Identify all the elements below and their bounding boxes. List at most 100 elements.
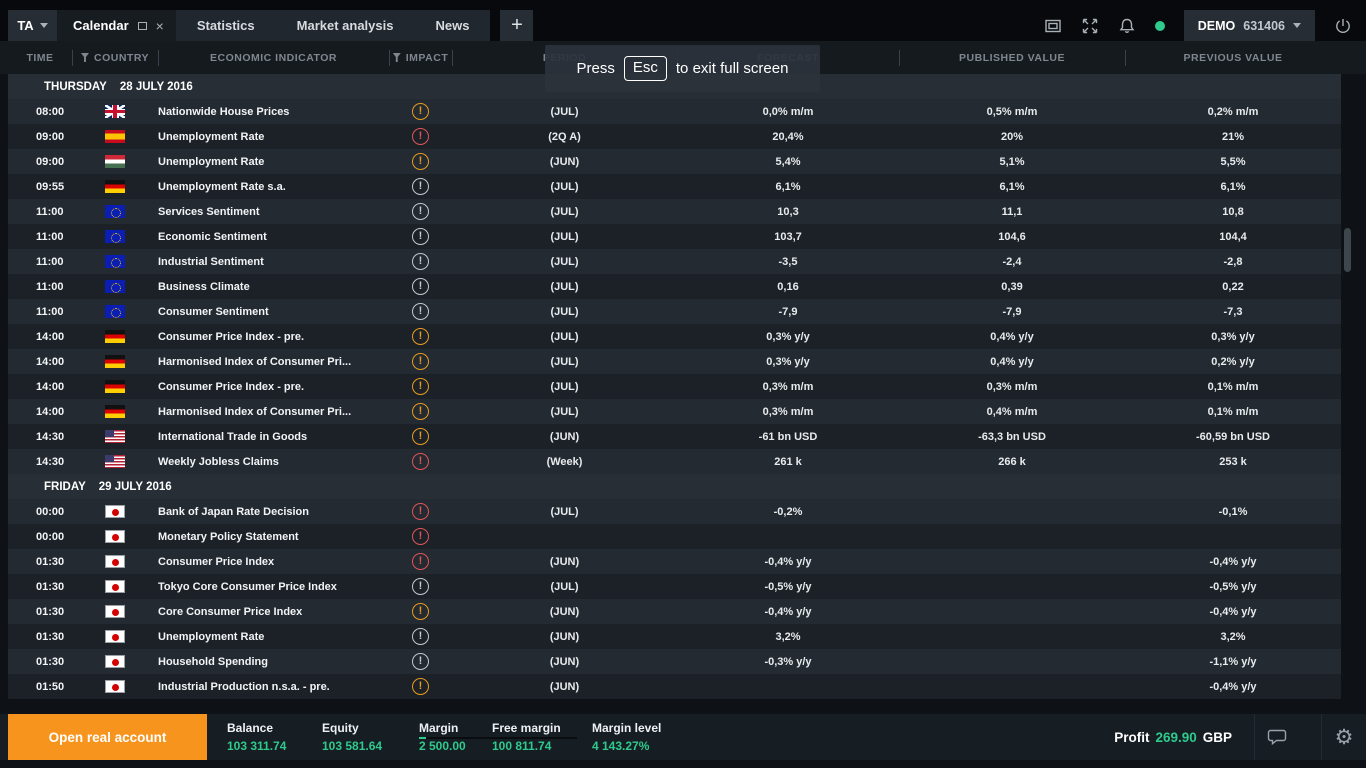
calendar-event-row[interactable]: 14:30 International Trade in Goods! (JUN) -… (8, 424, 1341, 449)
indicator-name: Consumer Price Index (158, 555, 275, 568)
impact-cell: ! (389, 578, 452, 595)
published-value: -63,3 bn USD (978, 430, 1046, 443)
event-time: 11:00 (36, 280, 64, 293)
column-separator (389, 50, 390, 66)
tab-news[interactable]: News (414, 10, 490, 41)
calendar-event-row[interactable]: 14:00 Consumer Price Index - pre.! (JUL) 0,… (8, 374, 1341, 399)
vertical-scrollbar-thumb[interactable] (1344, 228, 1351, 272)
column-header-label: ECONOMIC INDICATOR (209, 51, 338, 64)
previous-value: 0,1% m/m (1207, 380, 1259, 393)
add-tab-button[interactable]: + (500, 10, 534, 41)
previous-value: 21% (1221, 130, 1245, 143)
stat-margin: Margin 2 500.00 (419, 721, 577, 753)
column-header-previous-value[interactable]: PREVIOUS VALUE (1125, 41, 1341, 74)
calendar-event-row[interactable]: 01:30 Unemployment Rate! (JUN) 3,2% 3,2% (8, 624, 1341, 649)
forecast-value: 0,3% y/y (766, 355, 810, 368)
event-time: 01:30 (36, 555, 65, 568)
calendar-event-row[interactable]: 01:30 Tokyo Core Consumer Price Index! (JU… (8, 574, 1341, 599)
calendar-event-row[interactable]: 00:00 Bank of Japan Rate Decision! (JUL) -0… (8, 499, 1341, 524)
logout-power-icon[interactable] (1334, 17, 1352, 35)
account-selector[interactable]: DEMO 631406 (1183, 10, 1315, 41)
impact-cell: ! (389, 253, 452, 270)
impact-low-icon: ! (412, 303, 429, 320)
fullscreen-icon[interactable] (1081, 17, 1099, 35)
published-value: 6,1% (999, 180, 1025, 193)
column-header-impact[interactable]: IMPACT (389, 41, 452, 74)
section-date: 28 JULY 2016 (119, 80, 193, 93)
filter-funnel-icon[interactable] (80, 53, 89, 62)
stat-margin-level: Margin level 4 143.27% (592, 721, 687, 753)
indicator-name: Industrial Production n.s.a. - pre. (158, 680, 330, 693)
event-period: (2Q A) (548, 130, 581, 143)
forecast-value: -0,4% y/y (764, 555, 812, 568)
calendar-event-row[interactable]: 11:00 Industrial Sentiment! (JUL) -3,5 -2,4 -… (8, 249, 1341, 274)
impact-cell: ! (389, 528, 452, 545)
calendar-event-row[interactable]: 11:00 Services Sentiment! (JUL) 10,3 11,1 10,… (8, 199, 1341, 224)
event-time: 14:00 (36, 355, 65, 368)
calendar-event-row[interactable]: 01:30 Core Consumer Price Index! (JUN) -0,4… (8, 599, 1341, 624)
calendar-event-row[interactable]: 09:00 Unemployment Rate! (2Q A) 20,4% 20% 21% (8, 124, 1341, 149)
event-period: (JUL) (550, 280, 579, 293)
calendar-event-row[interactable]: 11:00 Consumer Sentiment! (JUL) -7,9 -7,9 -7,… (8, 299, 1341, 324)
calendar-event-row[interactable]: 14:30 Weekly Jobless Claims! (Week) 261 k 26… (8, 449, 1341, 474)
event-period: (JUN) (549, 605, 580, 618)
indicator-name: Consumer Sentiment (158, 305, 269, 318)
open-real-account-button[interactable]: Open real account (8, 714, 207, 760)
event-period: (JUN) (549, 630, 580, 643)
impact-medium-icon: ! (412, 678, 429, 695)
forecast-value: -0,5% y/y (764, 580, 812, 593)
calendar-event-row[interactable]: 11:00 Business Climate! (JUL) 0,16 0,39 0,22 (8, 274, 1341, 299)
column-header-label: PUBLISHED VALUE (959, 51, 1065, 64)
notifications-bell-icon[interactable] (1118, 17, 1136, 35)
event-period: (Week) (546, 455, 583, 468)
calendar-event-row[interactable]: 14:00 Harmonised Index of Consumer Pri...… (8, 349, 1341, 374)
chevron-down-icon (1293, 23, 1301, 28)
column-header-economic-indicator[interactable]: ECONOMIC INDICATOR (158, 41, 389, 74)
impact-cell: ! (389, 653, 452, 670)
workspace-menu-button[interactable]: TA (8, 10, 57, 41)
calendar-event-row[interactable]: 14:00 Consumer Price Index - pre.! (JUL) 0,… (8, 324, 1341, 349)
calendar-event-row[interactable]: 01:30 Household Spending! (JUN) -0,3% y/y -1… (8, 649, 1341, 674)
popout-window-icon[interactable] (137, 21, 147, 30)
calendar-event-row[interactable]: 14:00 Harmonised Index of Consumer Pri...… (8, 399, 1341, 424)
indicator-name: Unemployment Rate (158, 130, 265, 143)
economic-calendar-table: THURSDAY 28 JULY 2016 08:00 Nationwide Hous… (8, 74, 1341, 699)
previous-value: -0,4% y/y (1209, 680, 1257, 693)
impact-high-icon: ! (412, 128, 429, 145)
country-flag-jp-icon (105, 555, 125, 568)
country-flag-us-icon (105, 455, 125, 468)
column-header-time[interactable]: TIME (8, 41, 72, 74)
column-header-published-value[interactable]: PUBLISHED VALUE (899, 41, 1125, 74)
close-tab-icon[interactable]: × (156, 19, 164, 33)
chat-support-button[interactable] (1255, 714, 1299, 760)
indicator-name: Weekly Jobless Claims (158, 455, 279, 468)
calendar-event-row[interactable]: 09:55 Unemployment Rate s.a.! (JUL) 6,1% 6,1… (8, 174, 1341, 199)
calendar-event-row[interactable]: 00:00 Monetary Policy Statement! (8, 524, 1341, 549)
indicator-name: Household Spending (158, 655, 268, 668)
published-value: 20% (1000, 130, 1024, 143)
tab-market-analysis[interactable]: Market analysis (276, 10, 415, 41)
previous-value: 0,22 (1222, 280, 1244, 293)
tab-calendar-active[interactable]: Calendar × (57, 10, 176, 41)
previous-value: -0,5% y/y (1209, 580, 1257, 593)
settings-gear-button[interactable]: ⚙ (1322, 714, 1366, 760)
indicator-name: Core Consumer Price Index (158, 605, 303, 618)
section-day: THURSDAY (44, 80, 107, 93)
calendar-event-row[interactable]: 01:50 Industrial Production n.s.a. - pre.… (8, 674, 1341, 699)
window-mode-icon[interactable] (1044, 17, 1062, 35)
calendar-event-row[interactable]: 11:00 Economic Sentiment! (JUL) 103,7 104,6 1… (8, 224, 1341, 249)
impact-low-icon: ! (412, 253, 429, 270)
impact-high-icon: ! (412, 503, 429, 520)
indicator-name: Unemployment Rate s.a. (158, 180, 286, 193)
forecast-value: 0,0% m/m (762, 105, 814, 118)
calendar-event-row[interactable]: 01:30 Consumer Price Index! (JUN) -0,4% y/y… (8, 549, 1341, 574)
calendar-event-row[interactable]: 09:00 Unemployment Rate! (JUN) 5,4% 5,1% 5,5% (8, 149, 1341, 174)
filter-funnel-icon[interactable] (392, 53, 401, 62)
column-header-country[interactable]: COUNTRY (72, 41, 158, 74)
stat-label: Margin (419, 721, 459, 735)
impact-low-icon: ! (412, 228, 429, 245)
country-flag-jp-icon (105, 655, 125, 668)
tab-statistics[interactable]: Statistics (176, 10, 276, 41)
connection-status-indicator (1154, 20, 1165, 31)
calendar-event-row[interactable]: 08:00 Nationwide House Prices! (JUL) 0,0% m… (8, 99, 1341, 124)
